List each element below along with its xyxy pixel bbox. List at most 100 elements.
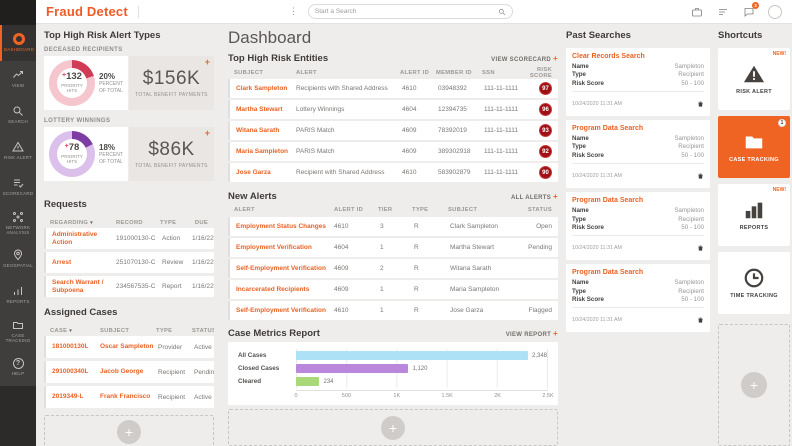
view-report-button[interactable]: VIEW REPORT + (506, 329, 558, 338)
col-case[interactable]: CASE ▾ (50, 328, 100, 334)
search-card-title[interactable]: Program Data Search (572, 269, 704, 276)
card-footer: 10/24/2020 11:31 AM (572, 91, 704, 113)
trash-icon[interactable] (697, 239, 704, 257)
table-row[interactable]: Arrest 251070130-C Review 1/16/22 (44, 252, 214, 273)
add-icon[interactable]: + (205, 58, 210, 67)
search-card[interactable]: Clear Records Search NameSampleton TypeR… (566, 48, 710, 116)
field-value: 50 - 100 (681, 224, 704, 232)
subject-link[interactable]: Jacob George (100, 368, 158, 375)
search-card-title[interactable]: Program Data Search (572, 125, 704, 132)
table-row[interactable]: Incarcerated Recipients 4609 1 R Maria S… (228, 280, 558, 299)
sidebar-item-search[interactable]: SEARCH (0, 97, 36, 133)
field-value: Sampleton (674, 63, 704, 71)
request-link[interactable]: Arrest (52, 259, 116, 266)
table-row[interactable]: Self-Employment Verification 4609 2 R Wi… (228, 259, 558, 278)
add-shortcut-button[interactable]: + (741, 372, 767, 398)
case-link[interactable]: 2019349-L (52, 393, 100, 400)
search-card[interactable]: Program Data Search NameSampleton TypeRe… (566, 192, 710, 260)
request-link[interactable]: Search Warrant / Subpoena (52, 279, 116, 294)
dashboard-icon (13, 33, 25, 45)
count-badge: 1 (778, 119, 786, 127)
benefit-payments-card: + $156K TOTAL BENEFIT PAYMENTS (129, 56, 214, 110)
all-alerts-button[interactable]: ALL ALERTS + (511, 192, 558, 201)
cell-record: 234567535-C (116, 283, 162, 290)
sidebar-item-view[interactable]: VIEW (0, 61, 36, 97)
chat-icon[interactable]: 3 (742, 5, 756, 19)
table-row[interactable]: Maria Sampleton PARIS Match 4609 3893029… (228, 142, 558, 161)
alert-link[interactable]: Self-Employment Verification (236, 265, 334, 272)
search-icon[interactable] (498, 8, 506, 16)
divider (138, 6, 139, 18)
search-card-title[interactable]: Program Data Search (572, 197, 704, 204)
alert-link[interactable]: Self-Employment Verification (236, 307, 334, 314)
trash-icon[interactable] (697, 311, 704, 329)
kebab-menu-icon[interactable]: ⋮ (289, 7, 298, 16)
table-row[interactable]: Employment Verification 4604 1 R Martha … (228, 238, 558, 257)
subject-link[interactable]: Jose Garza (236, 169, 296, 176)
entities-title: Top High Risk Entities (228, 53, 328, 64)
table-row[interactable]: Self-Employment Verification 4610 1 R Jo… (228, 301, 558, 320)
briefcase-icon[interactable] (690, 5, 704, 19)
table-row[interactable]: Clark Sampleton Recipients with Shared A… (228, 79, 558, 98)
col-regarding[interactable]: REGARDING ▾ (50, 220, 116, 226)
view-scorecard-button[interactable]: VIEW SCORECARD + (491, 54, 558, 63)
cell-tier: 3 (380, 223, 414, 230)
avatar[interactable] (768, 5, 782, 19)
table-row[interactable]: 2019349-L Frank Francisco Recipient Acti… (44, 386, 214, 408)
table-row[interactable]: Employment Status Changes 4610 3 R Clark… (228, 217, 558, 236)
subject-link[interactable]: Martha Stewart (236, 106, 296, 113)
card-footer: 10/24/2020 11:31 AM (572, 307, 704, 329)
sidebar-item-reports[interactable]: REPORTS (0, 277, 36, 313)
alert-link[interactable]: Incarcerated Recipients (236, 286, 334, 293)
search-input[interactable] (315, 8, 498, 15)
search-card-title[interactable]: Clear Records Search (572, 53, 704, 60)
sidebar-item-help[interactable]: ? HELP (0, 349, 36, 385)
subject-link[interactable]: Maria Sampleton (236, 148, 296, 155)
sidebar-item-case-tracking[interactable]: CASE TRACKING (0, 313, 36, 349)
percent-value: 18% (99, 143, 123, 152)
chat-badge: 3 (752, 2, 759, 9)
shortcut-time-tracking[interactable]: TIME TRACKING (718, 252, 790, 314)
table-row[interactable]: Search Warrant / Subpoena 234567535-C Re… (44, 276, 214, 297)
page-title: Dashboard (228, 28, 558, 48)
trash-icon[interactable] (697, 95, 704, 113)
bar-all-cases (296, 351, 528, 360)
shortcut-reports[interactable]: NEW! REPORTS (718, 184, 790, 246)
shortcut-risk-alert[interactable]: NEW! RISK ALERT (718, 48, 790, 110)
percent-caption: PERCENT OF TOTAL (99, 81, 123, 94)
percent-caption: PERCENT OF TOTAL (99, 152, 123, 165)
menu-lines-icon[interactable] (716, 5, 730, 19)
subject-link[interactable]: Oscar Sampleton (100, 343, 158, 350)
trash-icon[interactable] (697, 167, 704, 185)
request-link[interactable]: Administrative Action (52, 231, 116, 246)
table-row[interactable]: Jose Garza Recipient with Shared Address… (228, 163, 558, 182)
nav-label: SEARCH (8, 119, 28, 124)
add-widget-button[interactable]: + (117, 420, 141, 444)
alert-link[interactable]: Employment Verification (236, 244, 334, 251)
subject-link[interactable]: Witana Sarath (236, 127, 296, 134)
bar-closed-cases (296, 364, 408, 373)
search-card[interactable]: Program Data Search NameSampleton TypeRe… (566, 264, 710, 332)
shortcut-case-tracking[interactable]: 1 CASE TRACKING (718, 116, 790, 178)
add-widget-button[interactable]: + (381, 416, 405, 440)
case-link[interactable]: 291000340L (52, 368, 100, 375)
add-icon[interactable]: + (205, 129, 210, 138)
table-row[interactable]: Administrative Action 191000130-C Action… (44, 228, 214, 249)
sidebar-item-network-analysis[interactable]: NETWORK ANALYSIS (0, 205, 36, 241)
table-row[interactable]: 181000130L Oscar Sampleton Provider Acti… (44, 336, 214, 358)
table-row[interactable]: Martha Stewart Lottery Winnings 4604 123… (228, 100, 558, 119)
cell-alert-id: 4610 (334, 223, 380, 230)
alert-link[interactable]: Employment Status Changes (236, 223, 334, 230)
nav-label: SCORECARD (3, 191, 34, 196)
search-card[interactable]: Program Data Search NameSampleton TypeRe… (566, 120, 710, 188)
sidebar-item-risk-alert[interactable]: RISK ALERT (0, 133, 36, 169)
sidebar-item-dashboard[interactable]: DASHBOARD (0, 25, 36, 61)
table-row[interactable]: 291000340L Jacob George Recipient Pendin… (44, 361, 214, 383)
sidebar-item-scorecard[interactable]: SCORECARD (0, 169, 36, 205)
subject-link[interactable]: Clark Sampleton (236, 85, 296, 92)
case-link[interactable]: 181000130L (52, 343, 100, 350)
sidebar-item-geospatial[interactable]: GEOSPATIAL (0, 241, 36, 277)
table-row[interactable]: Witana Sarath PARIS Match 4609 78392019 … (228, 121, 558, 140)
subject-link[interactable]: Frank Francisco (100, 393, 158, 400)
cell-type: R (414, 307, 450, 314)
